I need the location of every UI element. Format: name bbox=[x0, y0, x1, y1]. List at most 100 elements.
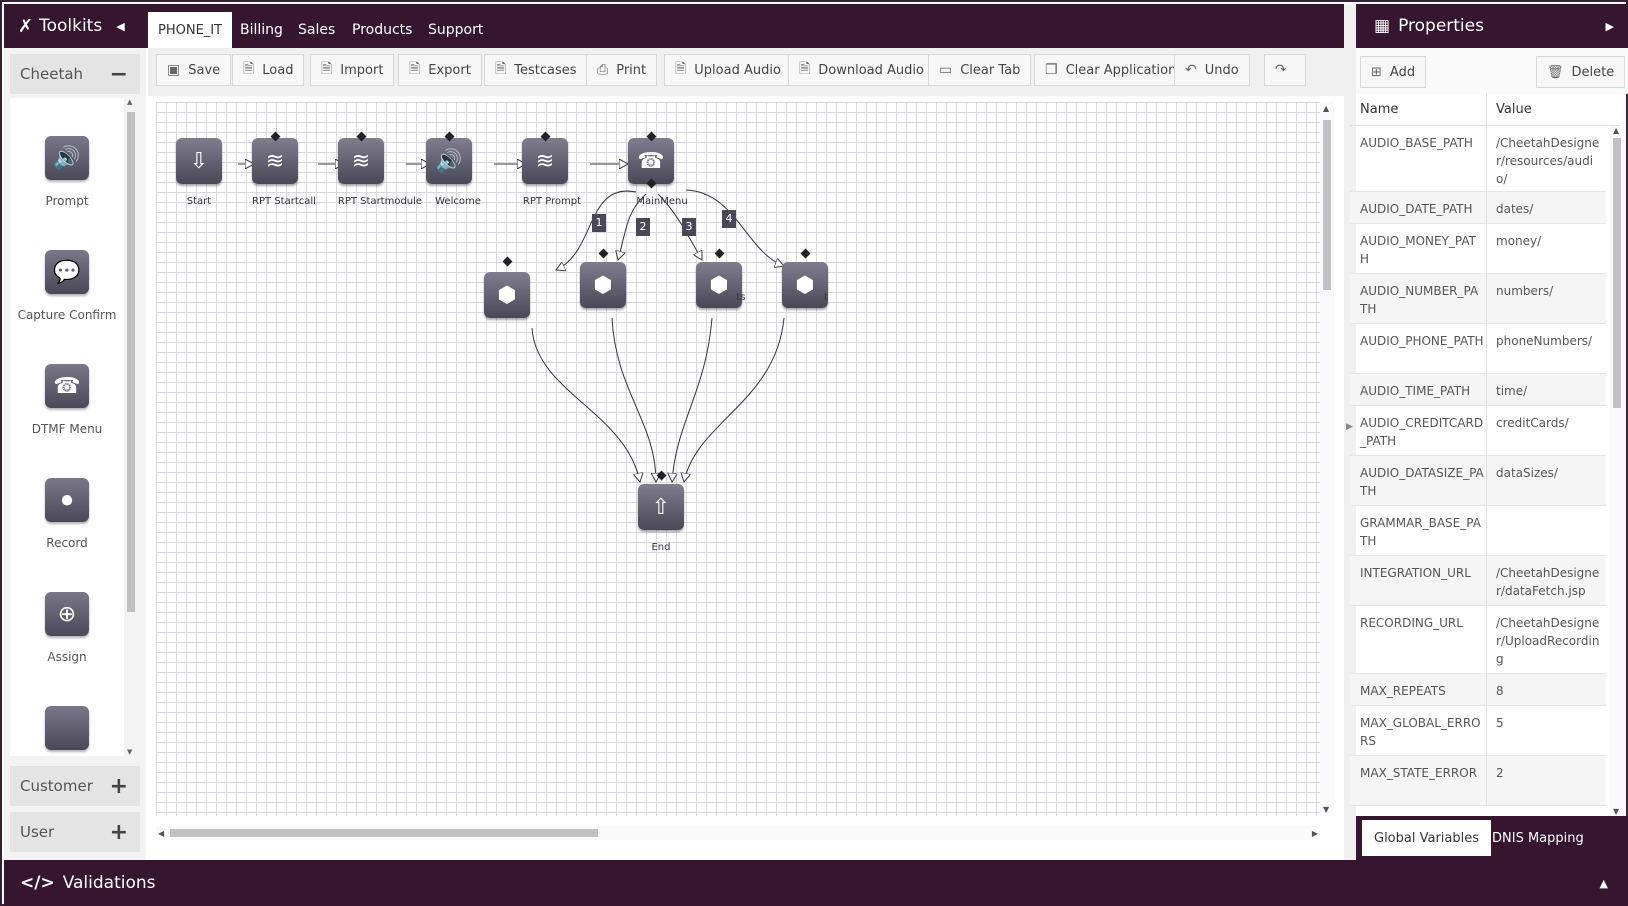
row-value[interactable]: time/ bbox=[1496, 382, 1602, 400]
row-value[interactable]: 5 bbox=[1496, 714, 1602, 732]
flow-canvas[interactable]: ⇩ Start ≋ RPT Startcall ≋ RPT Startmodul… bbox=[156, 102, 1320, 816]
tab-phone-it[interactable]: PHONE_IT bbox=[148, 12, 233, 48]
tool-record[interactable]: ⏺ Record bbox=[10, 478, 124, 550]
tab-billing[interactable]: Billing bbox=[230, 12, 293, 48]
validations-bar[interactable]: </> Validations ▲ bbox=[4, 860, 1628, 906]
scroll-up-icon[interactable]: ▲ bbox=[1613, 126, 1619, 135]
row-value[interactable]: 8 bbox=[1496, 682, 1602, 700]
table-row[interactable]: MAX_STATE_ERROR 2 bbox=[1350, 756, 1606, 806]
row-value[interactable]: /CheetahDesigner/dataFetch.jsp bbox=[1496, 564, 1602, 600]
section-user[interactable]: User + bbox=[10, 812, 140, 852]
add-button[interactable]: ⊞ Add bbox=[1360, 56, 1427, 88]
table-row[interactable]: AUDIO_DATE_PATH dates/ bbox=[1350, 192, 1606, 224]
node-sub-1[interactable]: ⬢ bbox=[484, 272, 530, 318]
load-button[interactable]: 🗎 Load bbox=[232, 54, 305, 86]
tab-sales[interactable]: Sales bbox=[288, 12, 345, 48]
redo-button[interactable]: ↷ bbox=[1264, 54, 1306, 86]
delete-button[interactable]: 🗑 Delete bbox=[1536, 56, 1626, 88]
scroll-down-icon[interactable]: ▼ bbox=[1323, 805, 1329, 814]
scroll-thumb[interactable] bbox=[170, 829, 598, 837]
scroll-right-icon[interactable]: ▶ bbox=[1312, 829, 1318, 838]
table-row[interactable]: AUDIO_NUMBER_PATH numbers/ bbox=[1350, 274, 1606, 324]
column-name[interactable]: Name bbox=[1360, 102, 1398, 117]
column-value[interactable]: Value bbox=[1496, 102, 1532, 117]
section-cheetah[interactable]: Cheetah − bbox=[10, 54, 140, 94]
clear-application-button[interactable]: ❐ Clear Application bbox=[1034, 54, 1188, 86]
row-value[interactable]: creditCards/ bbox=[1496, 414, 1602, 432]
node-rpt-prompt[interactable]: ≋ bbox=[522, 138, 568, 184]
row-value[interactable]: dataSizes/ bbox=[1496, 464, 1602, 482]
expand-icon[interactable]: + bbox=[110, 820, 128, 845]
row-name: RECORDING_URL bbox=[1360, 616, 1463, 630]
import-button[interactable]: 🗎 Import bbox=[310, 54, 395, 86]
tab-support[interactable]: Support bbox=[418, 12, 493, 48]
node-rpt-startcall[interactable]: ≋ bbox=[252, 138, 298, 184]
export-button[interactable]: 🗎 Export bbox=[398, 54, 482, 86]
properties-scrollbar[interactable]: ▲ ▼ bbox=[1610, 126, 1624, 816]
upload-audio-button[interactable]: 🗎 Upload Audio bbox=[664, 54, 792, 86]
row-value[interactable]: /CheetahDesigner/UploadRecording bbox=[1496, 614, 1602, 668]
row-value[interactable]: 2 bbox=[1496, 764, 1602, 782]
collapse-left-icon[interactable]: ◀ bbox=[116, 20, 124, 33]
table-row[interactable]: GRAMMAR_BASE_PATH bbox=[1350, 506, 1606, 556]
tab-global-variables[interactable]: Global Variables bbox=[1362, 820, 1492, 856]
expand-up-icon[interactable]: ▲ bbox=[1600, 877, 1608, 890]
row-value[interactable]: money/ bbox=[1496, 232, 1602, 250]
collapse-icon[interactable]: − bbox=[110, 62, 128, 87]
row-value[interactable]: dates/ bbox=[1496, 200, 1602, 218]
clear-tab-button[interactable]: ▭ Clear Tab bbox=[928, 54, 1032, 86]
scroll-thumb[interactable] bbox=[127, 112, 135, 612]
tab-dnis-mapping[interactable]: DNIS Mapping bbox=[1480, 820, 1596, 856]
tool-label: Capture Confirm bbox=[17, 308, 117, 322]
expand-icon[interactable]: + bbox=[110, 774, 128, 799]
row-value[interactable]: /CheetahDesigner/resources/audio/ bbox=[1496, 134, 1602, 188]
toolkits-header[interactable]: ✗ Toolkits ◀ bbox=[4, 4, 148, 48]
section-label: Customer bbox=[20, 777, 93, 795]
tool-capture-confirm[interactable]: 💬 Capture Confirm bbox=[10, 250, 124, 322]
node-rpt-startmodule[interactable]: ≋ bbox=[338, 138, 384, 184]
tab-products[interactable]: Products bbox=[342, 12, 422, 48]
row-value[interactable]: numbers/ bbox=[1496, 282, 1602, 300]
node-welcome[interactable]: 🔊 bbox=[426, 138, 472, 184]
download-audio-button[interactable]: 🗎 Download Audio bbox=[788, 54, 935, 86]
node-sub-2[interactable]: ⬢ bbox=[580, 262, 626, 308]
table-row[interactable]: MAX_GLOBAL_ERRORS 5 bbox=[1350, 706, 1606, 756]
row-divider bbox=[1486, 126, 1487, 191]
testcases-button[interactable]: 🗎 Testcases bbox=[484, 54, 588, 86]
table-row[interactable]: AUDIO_CREDITCARD_PATH creditCards/ bbox=[1350, 406, 1606, 456]
tool-prompt[interactable]: 🔊 Prompt bbox=[10, 136, 124, 208]
scroll-up-icon[interactable]: ▲ bbox=[1323, 104, 1329, 113]
table-row[interactable]: AUDIO_BASE_PATH/CheetahDesigner/resource… bbox=[1350, 126, 1606, 192]
scroll-down-icon[interactable]: ▼ bbox=[127, 748, 132, 756]
row-name: AUDIO_MONEY_PATH bbox=[1360, 234, 1476, 266]
table-row[interactable]: AUDIO_TIME_PATH time/ bbox=[1350, 374, 1606, 406]
save-button[interactable]: ▣ Save bbox=[156, 54, 232, 86]
table-row[interactable]: AUDIO_MONEY_PATH money/ bbox=[1350, 224, 1606, 274]
scroll-thumb[interactable] bbox=[1613, 138, 1621, 408]
undo-button[interactable]: ↶ Undo bbox=[1174, 54, 1250, 86]
tool-next[interactable] bbox=[10, 706, 124, 750]
table-row[interactable]: AUDIO_DATASIZE_PATH dataSizes/ bbox=[1350, 456, 1606, 506]
node-end[interactable]: ⇧ bbox=[638, 484, 684, 530]
scroll-left-icon[interactable]: ◀ bbox=[158, 829, 164, 838]
grid-icon: ▦ bbox=[1374, 16, 1391, 36]
tool-assign[interactable]: ⊕ Assign bbox=[10, 592, 124, 664]
scroll-down-icon[interactable]: ▼ bbox=[1613, 807, 1619, 816]
collapse-right-icon[interactable]: ▶ bbox=[1606, 20, 1614, 33]
scroll-up-icon[interactable]: ▲ bbox=[127, 98, 132, 106]
tool-dtmf-menu[interactable]: ☎ DTMF Menu bbox=[10, 364, 124, 436]
edge bbox=[684, 317, 785, 482]
node-start[interactable]: ⇩ bbox=[176, 138, 222, 184]
print-button[interactable]: ⎙ Print bbox=[586, 54, 658, 86]
scroll-thumb[interactable] bbox=[1323, 120, 1331, 290]
table-row[interactable]: AUDIO_PHONE_PATH phoneNumbers/ bbox=[1350, 324, 1606, 374]
toolkit-scrollbar[interactable]: ▲ ▼ bbox=[126, 98, 136, 756]
canvas-vertical-scrollbar[interactable]: ▲ ▼ bbox=[1320, 102, 1334, 816]
row-value[interactable]: phoneNumbers/ bbox=[1496, 332, 1602, 350]
section-customer[interactable]: Customer + bbox=[10, 766, 140, 806]
canvas-horizontal-scrollbar[interactable]: ◀ ▶ bbox=[156, 826, 1320, 840]
table-row[interactable]: RECORDING_URL/CheetahDesigner/UploadReco… bbox=[1350, 606, 1606, 674]
row-name: AUDIO_DATE_PATH bbox=[1360, 202, 1473, 216]
table-row[interactable]: MAX_REPEATS 8 bbox=[1350, 674, 1606, 706]
table-row[interactable]: INTEGRATION_URL/CheetahDesigner/dataFetc… bbox=[1350, 556, 1606, 606]
